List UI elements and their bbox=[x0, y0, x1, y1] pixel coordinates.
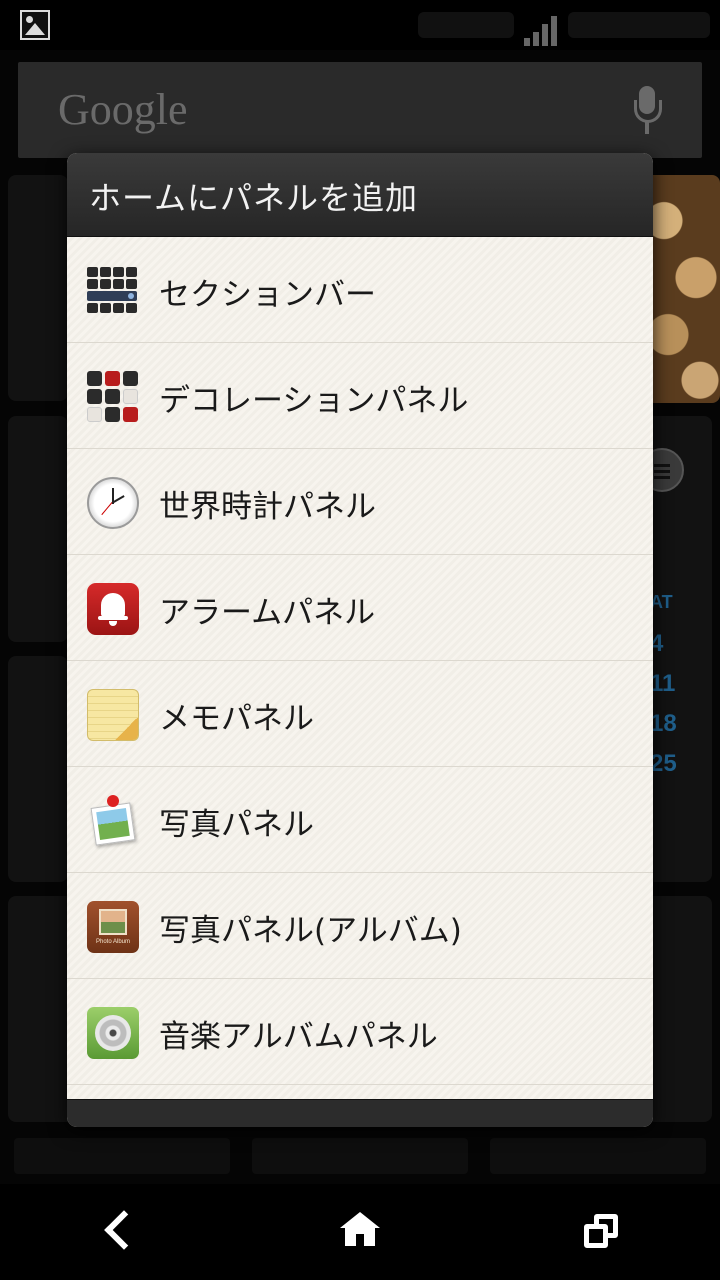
option-photo-album-panel[interactable]: Photo Album 写真パネル(アルバム) bbox=[67, 873, 653, 979]
alarm-bell-icon bbox=[87, 583, 139, 635]
option-label: 写真パネル(アルバム) bbox=[159, 913, 462, 949]
music-disc-icon bbox=[87, 1007, 139, 1059]
option-label: メモパネル bbox=[159, 701, 314, 737]
microphone-icon[interactable] bbox=[632, 86, 662, 136]
home-screen: Google AT 4 11 18 25 ホームにパネルを追加 セクションバー … bbox=[0, 0, 720, 1280]
photo-album-icon: Photo Album bbox=[87, 901, 139, 953]
photo-pin-icon bbox=[87, 795, 139, 847]
dock-slot bbox=[490, 1138, 706, 1174]
option-label: デコレーションパネル bbox=[159, 383, 469, 419]
add-panel-dialog: ホームにパネルを追加 セクションバー デコレーションパネル 世界時計パネル アラ… bbox=[67, 153, 653, 1127]
navigation-bar bbox=[0, 1184, 720, 1280]
option-decoration-panel[interactable]: デコレーションパネル bbox=[67, 343, 653, 449]
option-label: アラームパネル bbox=[159, 595, 376, 631]
dialog-title: ホームにパネルを追加 bbox=[89, 179, 419, 217]
background-panel bbox=[8, 175, 68, 401]
dialog-header: ホームにパネルを追加 bbox=[67, 153, 653, 237]
calendar-date: 11 bbox=[650, 670, 676, 697]
google-logo: Google bbox=[58, 85, 188, 134]
home-button[interactable] bbox=[330, 1208, 390, 1258]
option-photo-panel[interactable]: 写真パネル bbox=[67, 767, 653, 873]
recents-button[interactable] bbox=[572, 1208, 632, 1258]
blurred-clock bbox=[568, 12, 710, 38]
back-icon bbox=[104, 1210, 144, 1250]
memo-note-icon bbox=[87, 689, 139, 741]
status-bar bbox=[0, 0, 720, 50]
world-clock-icon bbox=[87, 477, 139, 529]
calendar-date: 18 bbox=[650, 710, 677, 737]
option-label: 世界時計パネル bbox=[159, 489, 376, 525]
photo-album-icon-text: Photo Album bbox=[95, 939, 131, 945]
decoration-panel-icon bbox=[87, 371, 139, 423]
dock-slot bbox=[252, 1138, 468, 1174]
signal-strength-icon bbox=[524, 14, 560, 46]
panel-option-list: セクションバー デコレーションパネル 世界時計パネル アラームパネル メモパネル… bbox=[67, 237, 653, 1099]
option-alarm-panel[interactable]: アラームパネル bbox=[67, 555, 653, 661]
background-panel bbox=[8, 656, 68, 882]
option-world-clock-panel[interactable]: 世界時計パネル bbox=[67, 449, 653, 555]
screenshot-notification-icon bbox=[20, 10, 50, 40]
section-bar-icon bbox=[87, 265, 139, 319]
dialog-footer bbox=[67, 1099, 653, 1127]
calendar-date: 25 bbox=[650, 750, 677, 777]
calendar-day-header: AT bbox=[650, 592, 673, 612]
dock-slot bbox=[14, 1138, 230, 1174]
google-search-widget[interactable]: Google bbox=[18, 62, 702, 158]
option-label: 写真パネル bbox=[159, 807, 314, 843]
option-label: 音楽アルバムパネル bbox=[159, 1019, 438, 1055]
option-section-bar[interactable]: セクションバー bbox=[67, 237, 653, 343]
option-label: セクションバー bbox=[159, 277, 376, 313]
background-panel bbox=[8, 416, 68, 642]
option-music-album-panel[interactable]: 音楽アルバムパネル bbox=[67, 979, 653, 1085]
option-memo-panel[interactable]: メモパネル bbox=[67, 661, 653, 767]
back-button[interactable] bbox=[92, 1208, 152, 1258]
blurred-status-icons bbox=[418, 12, 514, 38]
